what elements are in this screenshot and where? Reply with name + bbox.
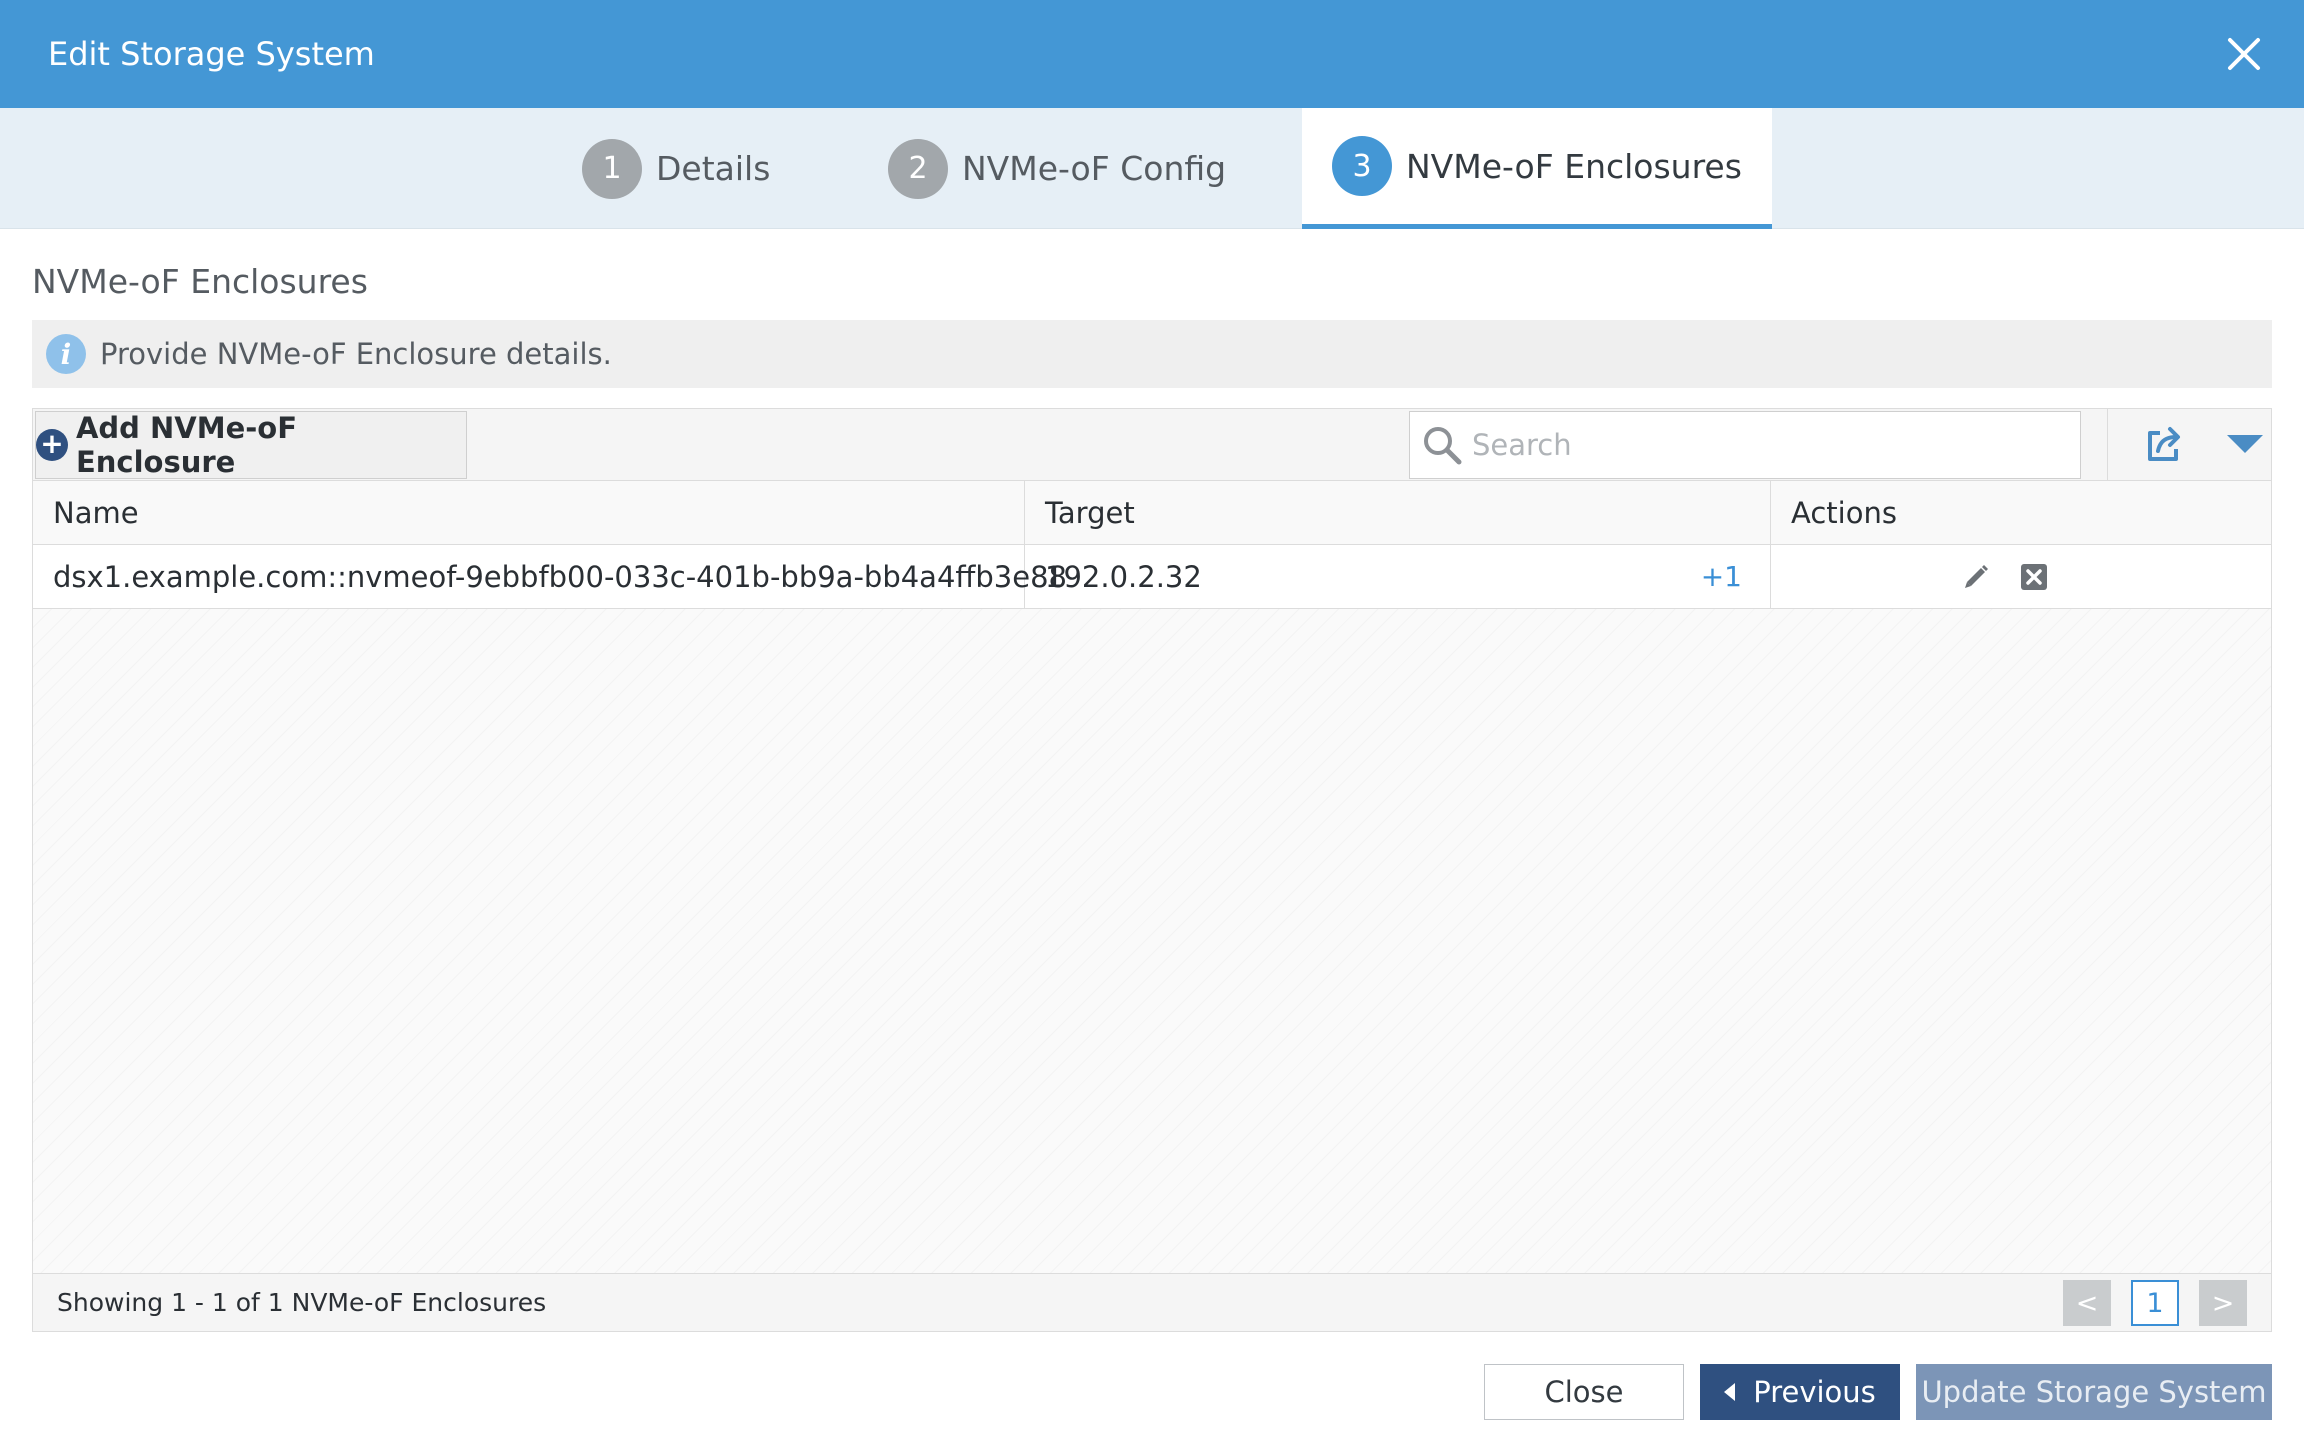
step-label: Details <box>656 149 771 188</box>
previous-label: Previous <box>1753 1375 1876 1409</box>
table-header: Name Target Actions <box>33 481 2271 545</box>
grid-toolbar: + Add NVMe-oF Enclosure <box>33 409 2271 481</box>
info-text: Provide NVMe-oF Enclosure details. <box>100 337 612 371</box>
external-link-icon <box>2147 427 2180 461</box>
step-number: 2 <box>888 138 948 199</box>
column-header-target[interactable]: Target <box>1025 481 1771 544</box>
wizard-step-nvmeof-enclosures[interactable]: 3 NVMe-oF Enclosures <box>1302 108 1772 229</box>
search-field[interactable] <box>1409 411 2081 479</box>
row-name: dsx1.example.com::nvmeof-9ebbfb00-033c-4… <box>33 545 1067 608</box>
caret-left-icon <box>1724 1383 1736 1401</box>
next-page-button[interactable]: > <box>2199 1280 2247 1326</box>
export-button[interactable] <box>2107 409 2219 481</box>
info-icon: i <box>46 334 86 374</box>
info-banner: i Provide NVMe-oF Enclosure details. <box>32 320 2272 388</box>
row-actions <box>1771 545 2271 608</box>
plus-icon: + <box>36 429 68 461</box>
edit-button[interactable] <box>1961 562 1991 592</box>
table-row[interactable]: dsx1.example.com::nvmeof-9ebbfb00-033c-4… <box>33 545 2271 609</box>
row-target-cell: 192.0.2.32 +1 <box>1025 545 1771 608</box>
pencil-icon <box>1965 564 1988 588</box>
caret-down-icon <box>2227 435 2263 453</box>
dialog-title: Edit Storage System <box>48 35 375 73</box>
dialog-header: Edit Storage System <box>0 0 2304 108</box>
showing-count: Showing 1 - 1 of 1 NVMe-oF Enclosures <box>57 1288 547 1317</box>
prev-page-button[interactable]: < <box>2063 1280 2111 1326</box>
step-label: NVMe-oF Enclosures <box>1406 146 1742 186</box>
column-header-actions: Actions <box>1791 495 1897 530</box>
grid-menu-dropdown[interactable] <box>2219 409 2271 481</box>
delete-icon <box>2021 563 2047 590</box>
step-label: NVMe-oF Config <box>962 149 1227 188</box>
row-target: 192.0.2.32 <box>1045 559 1202 594</box>
previous-button[interactable]: Previous <box>1700 1364 1900 1420</box>
grid-footer: Showing 1 - 1 of 1 NVMe-oF Enclosures < … <box>33 1273 2271 1331</box>
step-number: 3 <box>1332 136 1392 196</box>
target-more-link[interactable]: +1 <box>1701 560 1742 593</box>
pagination: < 1 > <box>2063 1280 2247 1326</box>
update-storage-system-button[interactable]: Update Storage System <box>1916 1364 2272 1420</box>
add-enclosure-button[interactable]: + Add NVMe-oF Enclosure <box>35 411 467 479</box>
close-button[interactable]: Close <box>1484 1364 1684 1420</box>
search-input[interactable] <box>1472 428 2052 462</box>
wizard-steps: 1 Details 2 NVMe-oF Config 3 NVMe-oF Enc… <box>0 108 2304 229</box>
enclosures-grid: + Add NVMe-oF Enclosure Name Target <box>32 408 2272 1332</box>
close-icon[interactable] <box>2216 26 2272 82</box>
column-header-name[interactable]: Name <box>33 481 1025 544</box>
page-number-button[interactable]: 1 <box>2131 1280 2179 1326</box>
section-title: NVMe-oF Enclosures <box>32 262 368 301</box>
wizard-step-details[interactable]: 1 Details <box>582 108 770 229</box>
search-icon <box>1424 427 1462 465</box>
delete-button[interactable] <box>2019 562 2049 592</box>
step-number: 1 <box>582 138 642 199</box>
add-enclosure-label: Add NVMe-oF Enclosure <box>75 411 298 479</box>
wizard-step-nvmeof-config[interactable]: 2 NVMe-oF Config <box>888 108 1226 229</box>
